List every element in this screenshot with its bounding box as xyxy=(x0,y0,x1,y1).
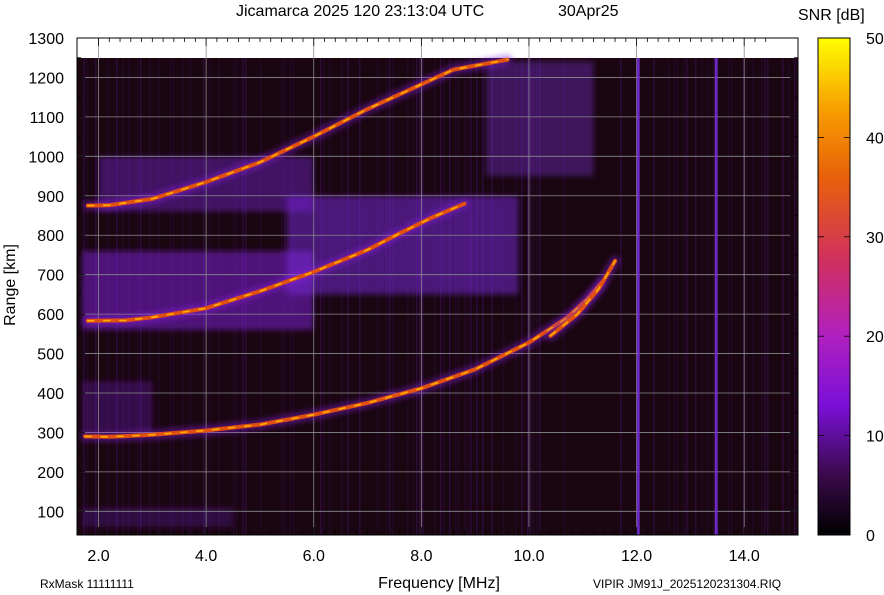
noise-stripe xyxy=(470,58,472,535)
noise-stripe xyxy=(467,58,469,535)
noise-stripe xyxy=(764,58,766,535)
noise-stripe xyxy=(386,58,388,535)
noise-stripe xyxy=(449,58,451,535)
x-tick-label: 14.0 xyxy=(729,548,760,565)
spread-echo-region xyxy=(286,195,519,295)
noise-stripe xyxy=(422,58,424,535)
noise-stripe xyxy=(347,58,349,535)
colorbar-tick-label: 40 xyxy=(866,130,884,147)
noise-stripe xyxy=(752,58,754,535)
colorbar-tick-label: 0 xyxy=(866,528,875,545)
colorbar-tick-label: 20 xyxy=(866,329,884,346)
noise-stripe xyxy=(419,58,421,535)
noise-stripe xyxy=(728,58,730,535)
y-axis-label: Range [km] xyxy=(2,244,19,326)
y-tick-label: 1000 xyxy=(28,149,64,166)
y-tick-label: 1300 xyxy=(28,31,64,48)
noise-stripe xyxy=(455,58,457,535)
noise-stripe xyxy=(434,58,436,535)
y-tick-label: 100 xyxy=(37,504,64,521)
y-tick-label: 1100 xyxy=(30,110,65,127)
y-tick-label: 1200 xyxy=(28,70,64,87)
x-tick-label: 4.0 xyxy=(195,548,217,565)
x-tick-label: 2.0 xyxy=(87,548,109,565)
noise-stripe xyxy=(443,58,445,535)
colorbar-label: SNR [dB] xyxy=(798,7,865,24)
y-tick-label: 200 xyxy=(37,465,64,482)
noise-stripe xyxy=(707,58,709,535)
y-tick-labels: 100 200 300 400 500 600 700 800 900 1000 1100 1200 1… xyxy=(28,31,64,521)
y-tick-label: 700 xyxy=(37,268,64,285)
spread-echo-region xyxy=(485,61,594,177)
rxmask-text: RxMask 11111111 xyxy=(40,577,134,591)
noise-stripe xyxy=(653,58,655,535)
noise-stripe xyxy=(620,58,622,535)
y-tick-label: 600 xyxy=(37,307,64,324)
spread-echo-region xyxy=(82,381,153,433)
noise-stripe xyxy=(389,58,391,535)
y-tick-label: 800 xyxy=(37,228,64,245)
noise-stripe xyxy=(767,58,769,535)
noise-stripe xyxy=(686,58,688,535)
x-tick-label: 12.0 xyxy=(621,548,652,565)
noise-stripe xyxy=(416,58,418,535)
noise-stripe xyxy=(668,58,670,535)
noise-stripe xyxy=(794,58,796,535)
chart-date: 30Apr25 xyxy=(558,3,619,20)
noise-stripe xyxy=(677,58,679,535)
noise-stripe xyxy=(761,58,763,535)
colorbar-tick-label: 30 xyxy=(866,230,884,247)
y-tick-label: 900 xyxy=(37,189,64,206)
y-tick-label: 400 xyxy=(37,386,64,403)
noise-stripe xyxy=(731,58,733,535)
colorbar xyxy=(817,37,851,536)
noise-stripe xyxy=(701,58,703,535)
x-axis-label: Frequency [MHz] xyxy=(378,575,500,592)
colorbar-tick-label: 50 xyxy=(866,31,884,48)
y-tick-label: 500 xyxy=(37,347,64,364)
file-name: VIPIR JM91J_2025120231304.RIQ xyxy=(593,577,781,591)
noise-stripe xyxy=(392,58,394,535)
noise-stripe xyxy=(683,58,685,535)
noise-stripe xyxy=(464,58,466,535)
chart-title: Jicamarca 2025 120 23:13:04 UTC xyxy=(236,3,484,20)
noise-stripe xyxy=(788,58,790,535)
x-tick-labels: 2.0 4.0 6.0 8.0 10.0 12.0 14.0 xyxy=(87,548,759,565)
ionogram-chart: 2.0 4.0 6.0 8.0 10.0 12.0 14.0 100200300400500… xyxy=(2,3,884,592)
x-tick-label: 10.0 xyxy=(513,548,544,565)
noise-stripe xyxy=(476,58,478,535)
noise-stripe xyxy=(413,58,415,535)
noise-stripe xyxy=(713,58,715,535)
noise-stripe xyxy=(377,58,379,535)
noise-stripe xyxy=(674,58,676,535)
x-tick-label: 6.0 xyxy=(303,548,325,565)
noise-stripe xyxy=(341,58,343,535)
noise-stripe xyxy=(782,58,784,535)
noise-stripe xyxy=(440,58,442,535)
noise-stripe xyxy=(746,58,748,535)
noise-stripe xyxy=(695,58,697,535)
x-tick-label: 8.0 xyxy=(410,548,432,565)
noise-stripe xyxy=(407,58,409,535)
noise-stripe xyxy=(359,58,361,535)
spread-echo-region xyxy=(82,507,234,528)
noise-stripe xyxy=(482,58,484,535)
noise-stripe xyxy=(458,58,460,535)
colorbar-tick-label: 10 xyxy=(866,429,884,446)
y-tick-label: 300 xyxy=(37,425,64,442)
